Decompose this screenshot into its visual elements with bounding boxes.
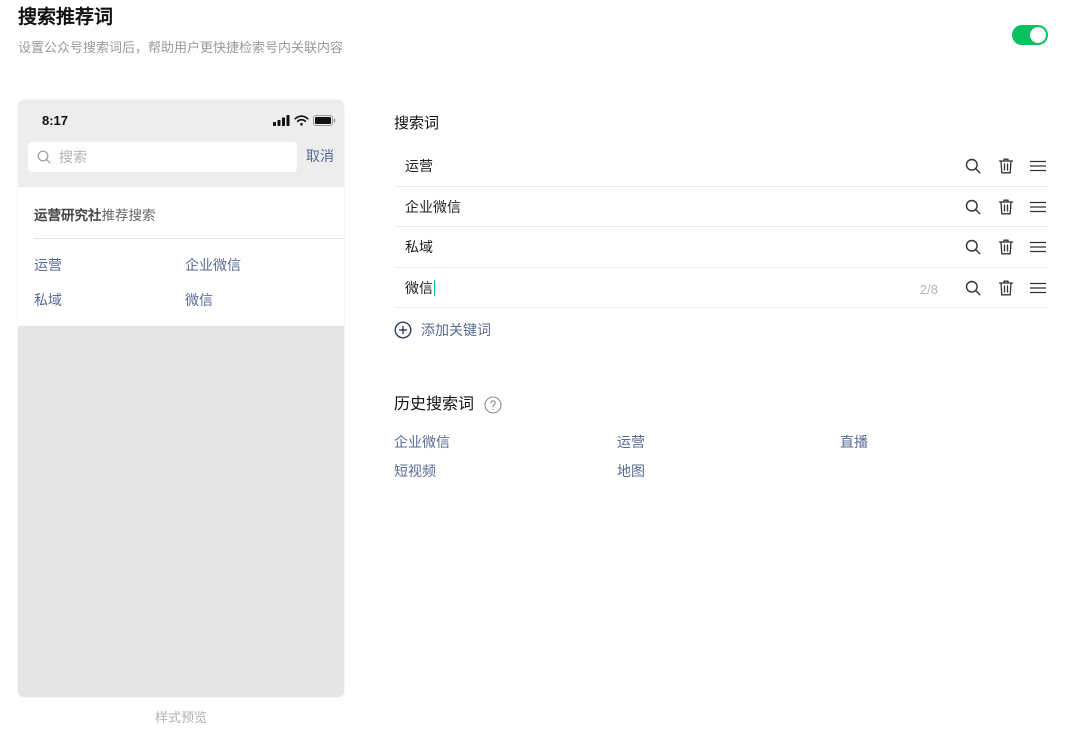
- preview-cancel: 取消: [306, 148, 334, 164]
- toggle-knob: [1030, 27, 1046, 43]
- preview-recommend-section: 运营研究社推荐搜索 运营 企业微信 私域 微信: [18, 187, 344, 326]
- search-icon[interactable]: [964, 238, 982, 256]
- keywords-heading: 搜索词: [394, 115, 440, 132]
- keyword-row-editing: 微信 2/8: [394, 268, 1048, 308]
- keyword-row: 私域: [394, 227, 1048, 268]
- search-icon[interactable]: [964, 157, 982, 175]
- account-name: 运营研究社: [34, 208, 102, 223]
- trash-icon[interactable]: [997, 238, 1015, 256]
- search-icon: [37, 150, 51, 164]
- battery-icon: [313, 115, 336, 126]
- preview-search-box: 搜索: [28, 142, 297, 172]
- preview-header: 8:17 搜索 取消: [18, 100, 344, 187]
- char-counter: 2/8: [919, 281, 938, 297]
- search-icon[interactable]: [964, 279, 982, 297]
- preview-keyword: 微信: [185, 292, 213, 308]
- history-keyword[interactable]: 直播: [840, 434, 868, 451]
- keyword-input-value: 微信: [405, 279, 433, 296]
- keyword-text[interactable]: 运营: [405, 157, 433, 176]
- recommend-section-label: 运营研究社推荐搜索: [34, 207, 156, 224]
- history-heading: 历史搜索词: [394, 396, 475, 413]
- status-time: 8:17: [42, 113, 69, 128]
- add-keyword-button[interactable]: 添加关键词: [421, 321, 491, 339]
- drag-handle-icon[interactable]: [1029, 157, 1047, 175]
- preview-keyword: 企业微信: [185, 257, 241, 273]
- preview-keyword: 私域: [34, 292, 62, 308]
- keyword-input[interactable]: 微信: [405, 279, 435, 298]
- history-keyword[interactable]: 短视频: [394, 463, 436, 480]
- style-preview-phone: 8:17 搜索 取消 运营研究社推荐搜索 运营 企业微信 私域 微信: [18, 100, 344, 697]
- divider: [34, 238, 344, 239]
- keyword-list: 运营 企业微信 私域 微信 2/8: [394, 146, 1048, 308]
- drag-handle-icon[interactable]: [1029, 198, 1047, 216]
- trash-icon[interactable]: [997, 157, 1015, 175]
- help-icon[interactable]: [484, 396, 502, 414]
- wifi-icon: [294, 115, 309, 126]
- keyword-text[interactable]: 私域: [405, 238, 433, 257]
- search-placeholder: 搜索: [59, 149, 87, 165]
- recommend-label-suffix: 推荐搜索: [101, 208, 156, 223]
- keyword-text[interactable]: 企业微信: [405, 198, 461, 217]
- page-subtitle: 设置公众号搜索词后，帮助用户更快捷检索号内关联内容: [18, 40, 344, 55]
- status-icons: [273, 115, 336, 126]
- drag-handle-icon[interactable]: [1029, 238, 1047, 256]
- preview-caption: 样式预览: [154, 710, 207, 725]
- plus-circle-icon[interactable]: [394, 321, 412, 339]
- history-keyword[interactable]: 地图: [617, 463, 645, 480]
- preview-keyword: 运营: [34, 257, 62, 273]
- trash-icon[interactable]: [997, 198, 1015, 216]
- keyword-row: 运营: [394, 146, 1048, 187]
- search-recommend-toggle[interactable]: [1012, 25, 1048, 45]
- text-cursor: [434, 279, 435, 296]
- trash-icon[interactable]: [997, 279, 1015, 297]
- keyword-row: 企业微信: [394, 187, 1048, 227]
- page-title: 搜索推荐词: [18, 7, 114, 28]
- history-keyword[interactable]: 运营: [617, 434, 645, 451]
- signal-icon: [273, 115, 290, 126]
- search-icon[interactable]: [964, 198, 982, 216]
- drag-handle-icon[interactable]: [1029, 279, 1047, 297]
- history-keyword[interactable]: 企业微信: [394, 434, 450, 451]
